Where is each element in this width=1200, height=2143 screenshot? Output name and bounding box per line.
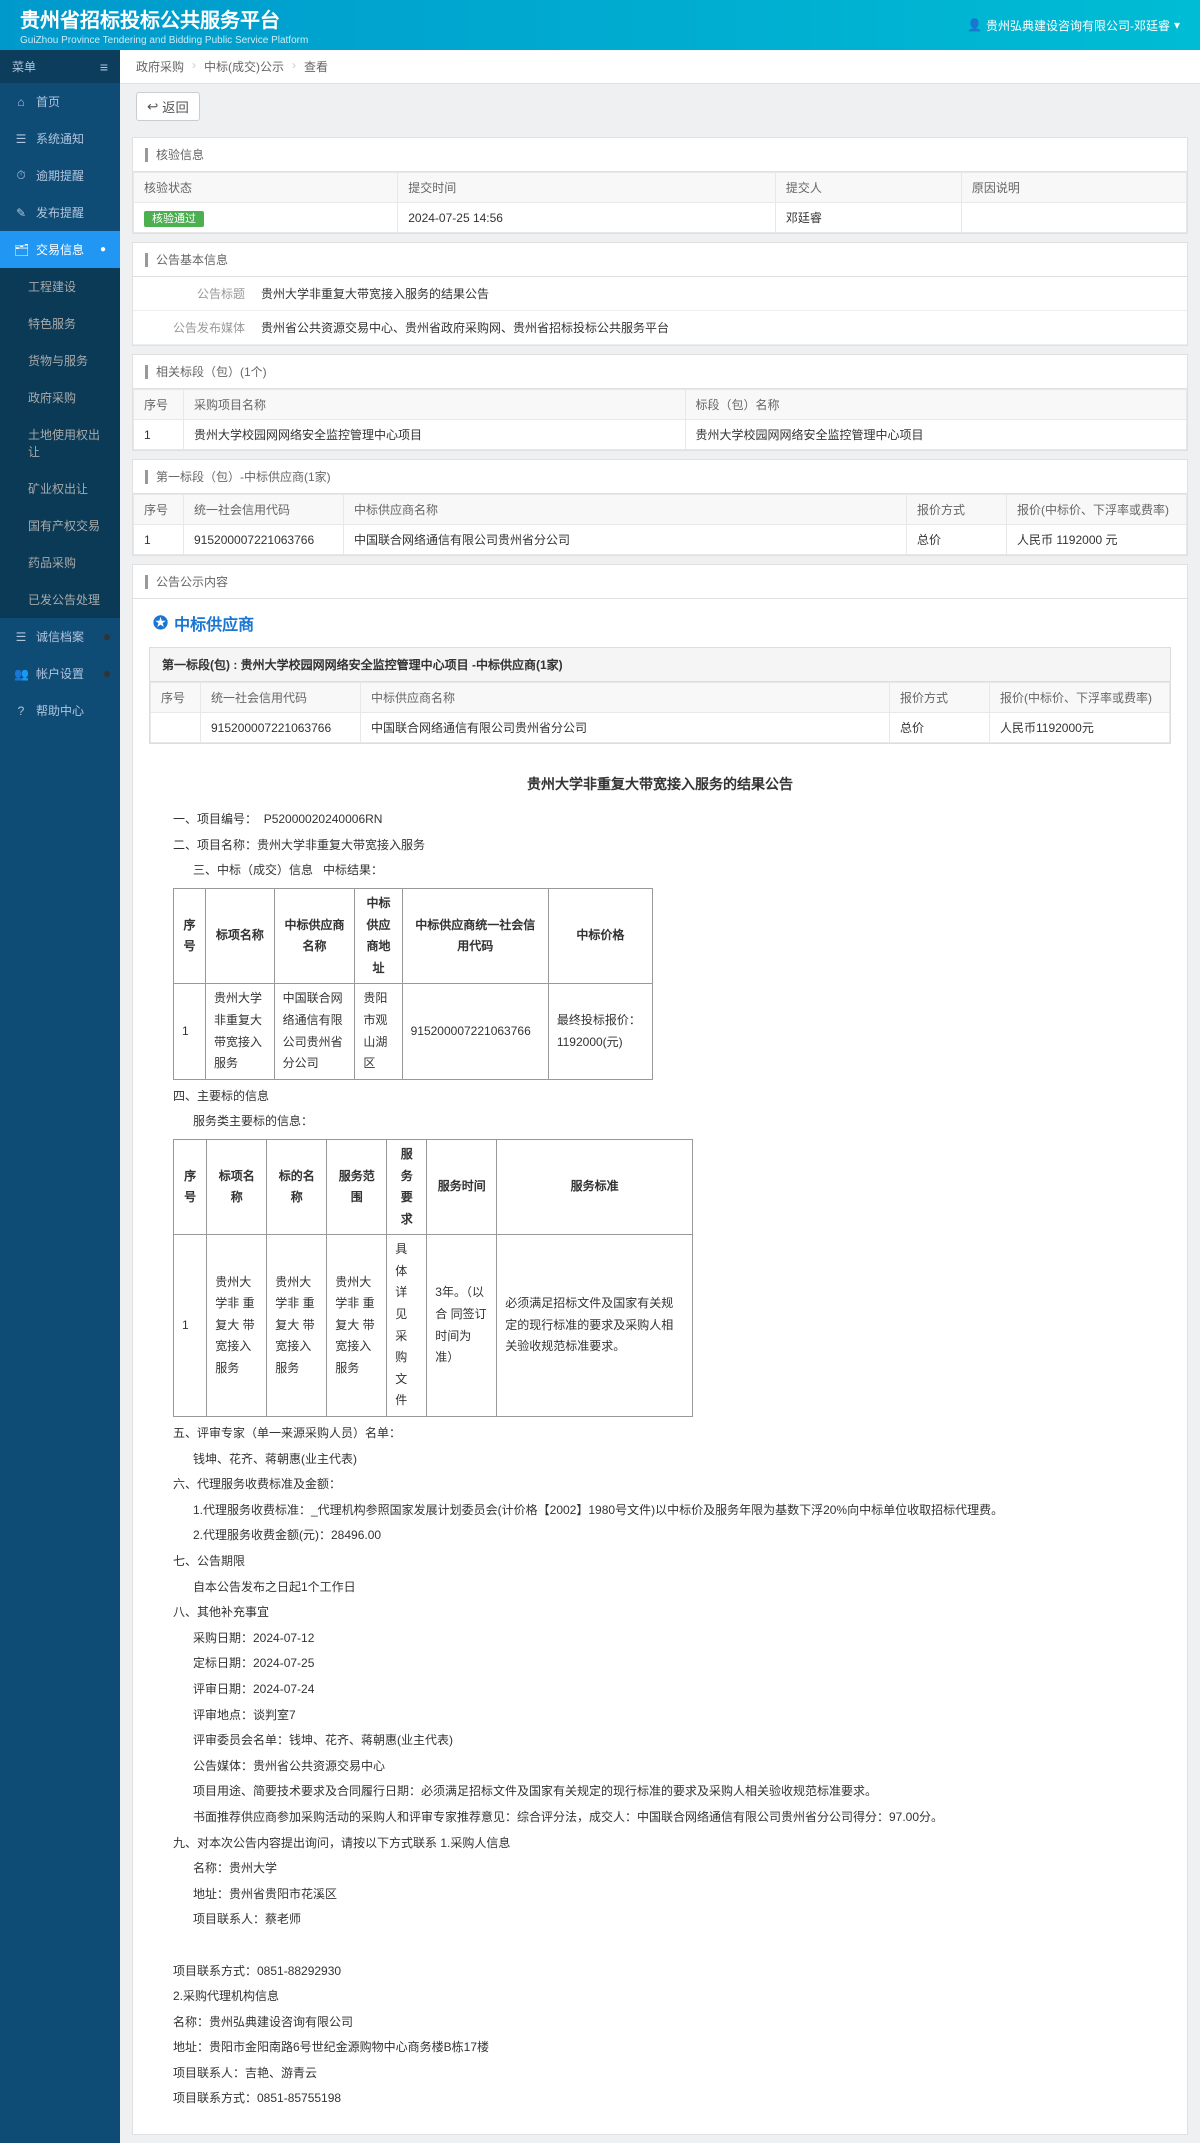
verify-reason [961, 203, 1186, 233]
nav-item[interactable]: ? 帮助中心 [0, 692, 120, 729]
announce-title: 贵州大学非重复大带宽接入服务的结果公告 [173, 756, 1147, 805]
content-title: 公告公示内容 [133, 565, 1187, 599]
verify-title: 核验信息 [133, 138, 1187, 172]
main-content: 政府采购› 中标(成交)公示› 查看 ↩ 返回 核验信息 核验状态 提交时间 提… [120, 50, 1200, 2143]
nav-label: 工程建设 [28, 278, 76, 295]
nav-label: 土地使用权出让 [28, 426, 106, 460]
nav-label: 货物与服务 [28, 352, 88, 369]
top-header: 贵州省招标投标公共服务平台 GuiZhou Province Tendering… [0, 0, 1200, 50]
table-row: 1915200007221063766中国联合网络通信有限公司贵州省分公司总价人… [134, 525, 1187, 555]
nav-label: 诚信档案 [36, 628, 84, 645]
crumb-3: 查看 [304, 58, 328, 75]
packages-panel: 相关标段（包）(1个) 序号采购项目名称标段（包）名称 1贵州大学校园网网络安全… [132, 354, 1188, 451]
nav-label: 首页 [36, 93, 60, 110]
nav-icon: 🗂 [14, 243, 28, 257]
winners-title: 第一标段（包）-中标供应商(1家) [133, 460, 1187, 494]
nav-icon: ☰ [14, 132, 28, 146]
nav-item[interactable]: 国有产权交易 [0, 507, 120, 544]
nav-item[interactable]: 土地使用权出让 [0, 416, 120, 470]
table-row: 1贵州大学校园网网络安全监控管理中心项目贵州大学校园网网络安全监控管理中心项目 [134, 420, 1187, 450]
breadcrumb: 政府采购› 中标(成交)公示› 查看 [120, 50, 1200, 84]
nav-item[interactable]: 货物与服务 [0, 342, 120, 379]
nav-label: 帮助中心 [36, 702, 84, 719]
site-subtitle: GuiZhou Province Tendering and Bidding P… [20, 35, 308, 46]
nav-icon: ⏱ [14, 168, 28, 183]
sidebar: 菜单≡ ⌂ 首页 ☰ 系统通知 ⏱ 逾期提醒 ✎ 发布提醒 🗂 交易信息 ● 工程建设特色服务货物与服… [0, 50, 120, 2143]
nav-icon: ⌂ [14, 95, 28, 109]
dot-icon [104, 671, 110, 677]
dot-icon [104, 634, 110, 640]
table-row: 915200007221063766中国联合网络通信有限公司贵州省分公司总价人民… [151, 713, 1170, 743]
nav-label: 政府采购 [28, 389, 76, 406]
nav-item[interactable]: ☰ 诚信档案 [0, 618, 120, 655]
basic-panel: 公告基本信息 公告标题贵州大学非重复大带宽接入服务的结果公告 公告发布媒体贵州省… [132, 242, 1188, 346]
nav-label: 交易信息 [36, 241, 84, 258]
nav-label: 矿业权出让 [28, 480, 88, 497]
winners-panel: 第一标段（包）-中标供应商(1家) 序号 统一社会信用代码 中标供应商名称 报价… [132, 459, 1188, 556]
site-title: 贵州省招标投标公共服务平台 [20, 4, 308, 33]
nav-label: 逾期提醒 [36, 167, 84, 184]
crumb-2[interactable]: 中标(成交)公示 [204, 58, 284, 75]
nav-label: 已发公告处理 [28, 591, 100, 608]
chevron-down-icon: ● [100, 244, 106, 255]
content-panel: 公告公示内容 中标供应商 第一标段(包) : 贵州大学校园网网络安全监控管理中心… [132, 564, 1188, 2135]
basic-title: 公告基本信息 [133, 243, 1187, 277]
nav-label: 帐户设置 [36, 665, 84, 682]
nav-item[interactable]: 特色服务 [0, 305, 120, 342]
crumb-1[interactable]: 政府采购 [136, 58, 184, 75]
verify-panel: 核验信息 核验状态 提交时间 提交人 原因说明 核验通过 2024-07-25 … [132, 137, 1188, 234]
nav-label: 特色服务 [28, 315, 76, 332]
nav-item[interactable]: ☰ 系统通知 [0, 120, 120, 157]
nav-item[interactable]: ⌂ 首页 [0, 83, 120, 120]
nav-item[interactable]: 👥 帐户设置 [0, 655, 120, 692]
supplier-heading: 中标供应商 [133, 599, 1187, 647]
nav-item[interactable]: 已发公告处理 [0, 581, 120, 618]
nav-item[interactable]: 矿业权出让 [0, 470, 120, 507]
nav-icon: ☰ [14, 630, 28, 644]
nav-icon: ✎ [14, 206, 28, 220]
nav-item[interactable]: 药品采购 [0, 544, 120, 581]
nav-label: 药品采购 [28, 554, 76, 571]
nav-label: 国有产权交易 [28, 517, 100, 534]
user-menu[interactable]: 贵州弘典建设咨询有限公司-邓廷睿 [967, 17, 1180, 34]
nav-item[interactable]: 工程建设 [0, 268, 120, 305]
nav-label: 系统通知 [36, 130, 84, 147]
menu-icon: ≡ [100, 59, 108, 75]
inner-pkg-title: 第一标段(包) : 贵州大学校园网网络安全监控管理中心项目 -中标供应商(1家) [150, 648, 1170, 682]
nav-label: 发布提醒 [36, 204, 84, 221]
nav-item[interactable]: 政府采购 [0, 379, 120, 416]
nav-item[interactable]: ✎ 发布提醒 [0, 194, 120, 231]
packages-title: 相关标段（包）(1个) [133, 355, 1187, 389]
back-button[interactable]: ↩ 返回 [136, 92, 200, 121]
verify-status-badge: 核验通过 [144, 211, 204, 227]
nav-item[interactable]: 🗂 交易信息 ● [0, 231, 120, 268]
nav-icon: 👥 [14, 667, 28, 681]
nav-item[interactable]: ⏱ 逾期提醒 [0, 157, 120, 194]
nav-icon: ? [14, 704, 28, 718]
sidebar-toggle[interactable]: 菜单≡ [0, 50, 120, 83]
announcement-body: 贵州大学非重复大带宽接入服务的结果公告 一、项目编号： P52000020240… [133, 756, 1187, 2134]
verify-time: 2024-07-25 14:56 [398, 203, 776, 233]
verify-submitter: 邓廷睿 [775, 203, 961, 233]
